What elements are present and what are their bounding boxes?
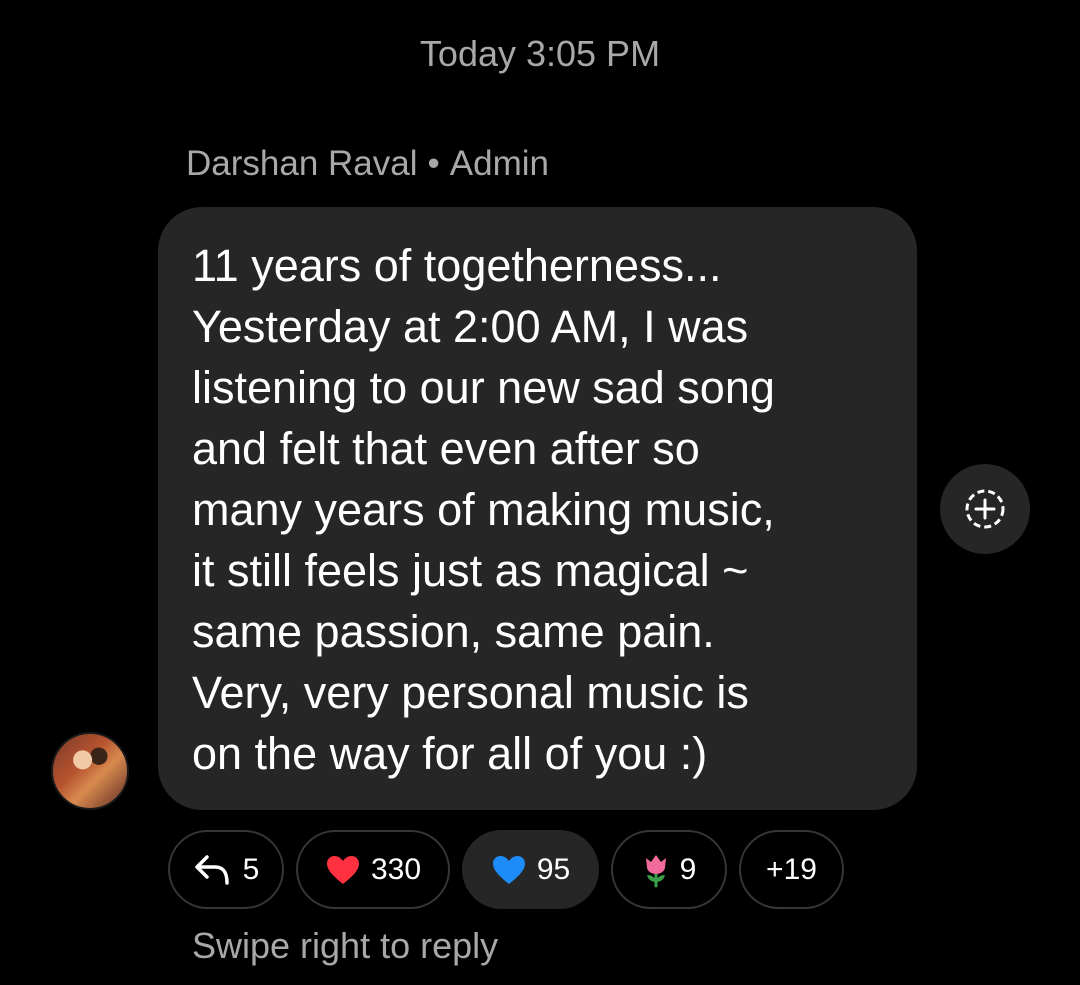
reply-arrow-icon xyxy=(194,854,229,885)
add-reaction-button[interactable] xyxy=(940,464,1030,554)
sender-role: Admin xyxy=(449,144,549,183)
message-timestamp: Today 3:05 PM xyxy=(419,33,661,74)
reaction-count: 95 xyxy=(536,852,571,886)
reaction-count: 330 xyxy=(370,852,422,886)
separator-dot: • xyxy=(427,144,440,183)
message-line: and felt that even after so xyxy=(192,423,700,474)
sender-line: Darshan Raval • Admin xyxy=(186,140,549,188)
message-line: listening to our new sad song xyxy=(192,362,775,413)
message-line: 11 years of togetherness... xyxy=(192,240,722,291)
message-line: it still feels just as magical ~ xyxy=(192,545,749,596)
swipe-hint: Swipe right to reply xyxy=(192,925,499,966)
reaction-chip-tulip[interactable]: 9 xyxy=(611,830,727,909)
sender-name[interactable]: Darshan Raval xyxy=(186,144,418,183)
blue-heart-icon xyxy=(492,855,525,884)
reaction-chip-red-heart[interactable]: 330 xyxy=(296,830,450,909)
message-line: many years of making music, xyxy=(192,484,775,535)
more-reactions-count: +19 xyxy=(766,852,817,886)
reaction-chip-blue-heart[interactable]: 95 xyxy=(462,830,599,909)
sender-avatar[interactable] xyxy=(51,732,129,810)
message-line: same passion, same pain. xyxy=(192,606,715,657)
more-reactions-chip[interactable]: +19 xyxy=(739,830,844,909)
tulip-icon xyxy=(645,854,666,887)
message-line: Yesterday at 2:00 AM, I was xyxy=(192,301,749,352)
message-line: on the way for all of you :) xyxy=(192,728,708,779)
add-reaction-icon xyxy=(965,489,1005,529)
replies-chip[interactable]: 5 xyxy=(168,830,284,909)
reaction-count: 9 xyxy=(679,852,697,886)
message-line: Very, very personal music is xyxy=(192,667,749,718)
red-heart-icon xyxy=(326,855,359,884)
replies-count: 5 xyxy=(242,852,260,886)
message-bubble[interactable]: 11 years of togetherness... Yesterday at… xyxy=(158,207,917,810)
